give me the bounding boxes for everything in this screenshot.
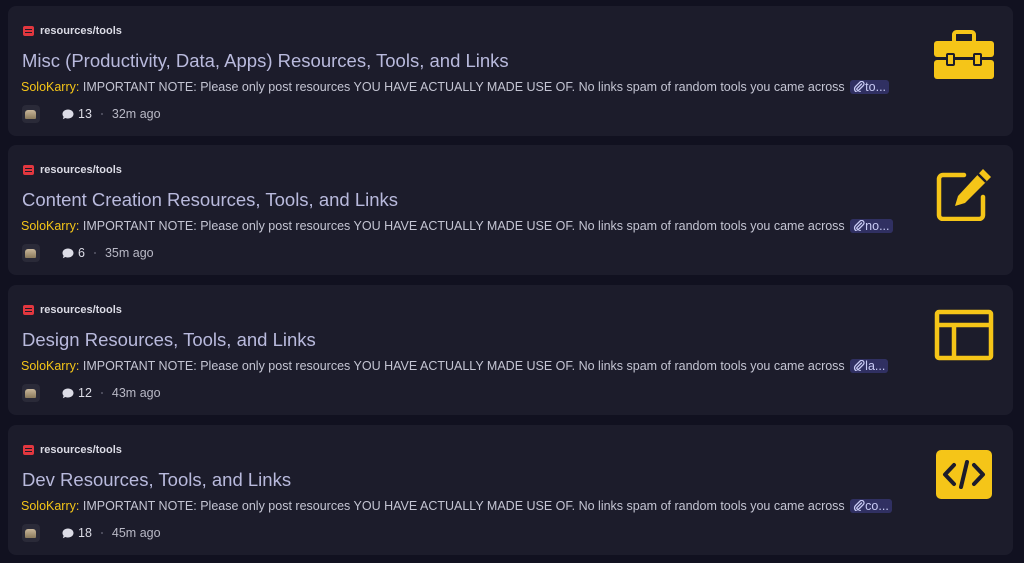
- preview-text: IMPORTANT NOTE: Please only post resourc…: [82, 219, 845, 233]
- chat-bubble-icon: [62, 248, 74, 258]
- avatar[interactable]: [22, 105, 40, 123]
- forum-tag[interactable]: resources/tools: [23, 444, 122, 456]
- tag-label: resources/tools: [40, 444, 122, 456]
- tag-icon: [23, 305, 34, 315]
- comment-count: 6: [62, 246, 85, 260]
- avatar[interactable]: [22, 384, 40, 402]
- author-name[interactable]: SoloKarry:: [21, 80, 79, 94]
- thread-card[interactable]: resources/tools Design Resources, Tools,…: [8, 285, 1013, 415]
- thread-title[interactable]: Dev Resources, Tools, and Links: [22, 469, 291, 491]
- forum-tag[interactable]: resources/tools: [23, 25, 122, 37]
- link-chip[interactable]: la...: [850, 359, 889, 373]
- link-chip-label: la...: [865, 359, 886, 373]
- paperclip-icon: [854, 499, 865, 512]
- preview-text: IMPORTANT NOTE: Please only post resourc…: [82, 359, 845, 373]
- comment-count-value: 18: [78, 526, 92, 540]
- timestamp: 32m ago: [111, 107, 161, 121]
- edit-icon: [936, 169, 991, 221]
- thread-meta: 13 32m ago: [22, 105, 161, 123]
- chat-bubble-icon: [62, 528, 74, 538]
- paperclip-icon: [854, 80, 865, 93]
- link-chip[interactable]: co...: [850, 499, 892, 513]
- layout-icon: [934, 309, 994, 361]
- message-preview: SoloKarry: IMPORTANT NOTE: Please only p…: [21, 219, 921, 233]
- author-name[interactable]: SoloKarry:: [21, 359, 79, 373]
- chat-bubble-icon: [62, 109, 74, 119]
- tag-label: resources/tools: [40, 304, 122, 316]
- timestamp: 43m ago: [111, 386, 161, 400]
- tag-label: resources/tools: [40, 164, 122, 176]
- toolbox-icon: [934, 30, 994, 79]
- message-preview: SoloKarry: IMPORTANT NOTE: Please only p…: [21, 359, 921, 373]
- separator-dot: [100, 532, 103, 534]
- preview-text: IMPORTANT NOTE: Please only post resourc…: [82, 499, 845, 513]
- avatar[interactable]: [22, 244, 40, 262]
- thread-meta: 6 35m ago: [22, 244, 154, 262]
- author-name[interactable]: SoloKarry:: [21, 219, 79, 233]
- link-chip-label: no...: [865, 219, 890, 233]
- separator-dot: [93, 252, 96, 254]
- link-chip[interactable]: to...: [850, 80, 890, 94]
- separator-dot: [100, 113, 103, 115]
- comment-count: 18: [62, 526, 92, 540]
- author-name[interactable]: SoloKarry:: [21, 499, 79, 513]
- comment-count-value: 12: [78, 386, 92, 400]
- paperclip-icon: [854, 219, 865, 232]
- thread-title[interactable]: Content Creation Resources, Tools, and L…: [22, 189, 398, 211]
- tag-icon: [23, 165, 34, 175]
- forum-tag[interactable]: resources/tools: [23, 164, 122, 176]
- link-chip[interactable]: no...: [850, 219, 893, 233]
- thread-meta: 18 45m ago: [22, 524, 161, 542]
- comment-count: 12: [62, 386, 92, 400]
- tag-label: resources/tools: [40, 25, 122, 37]
- comment-count-value: 13: [78, 107, 92, 121]
- tag-icon: [23, 26, 34, 36]
- timestamp: 35m ago: [104, 246, 154, 260]
- comment-count: 13: [62, 107, 92, 121]
- comment-count-value: 6: [78, 246, 85, 260]
- message-preview: SoloKarry: IMPORTANT NOTE: Please only p…: [21, 80, 921, 94]
- thread-card[interactable]: resources/tools Content Creation Resourc…: [8, 145, 1013, 275]
- link-chip-label: co...: [865, 499, 889, 513]
- link-chip-label: to...: [865, 80, 887, 94]
- thread-title[interactable]: Misc (Productivity, Data, Apps) Resource…: [22, 50, 509, 72]
- code-icon: [936, 450, 992, 499]
- paperclip-icon: [854, 359, 865, 372]
- thread-meta: 12 43m ago: [22, 384, 161, 402]
- thread-card[interactable]: resources/tools Misc (Productivity, Data…: [8, 6, 1013, 136]
- message-preview: SoloKarry: IMPORTANT NOTE: Please only p…: [21, 499, 921, 513]
- thread-card[interactable]: resources/tools Dev Resources, Tools, an…: [8, 425, 1013, 555]
- avatar[interactable]: [22, 524, 40, 542]
- thread-title[interactable]: Design Resources, Tools, and Links: [22, 329, 316, 351]
- forum-tag[interactable]: resources/tools: [23, 304, 122, 316]
- timestamp: 45m ago: [111, 526, 161, 540]
- separator-dot: [100, 392, 103, 394]
- tag-icon: [23, 445, 34, 455]
- preview-text: IMPORTANT NOTE: Please only post resourc…: [82, 80, 845, 94]
- chat-bubble-icon: [62, 388, 74, 398]
